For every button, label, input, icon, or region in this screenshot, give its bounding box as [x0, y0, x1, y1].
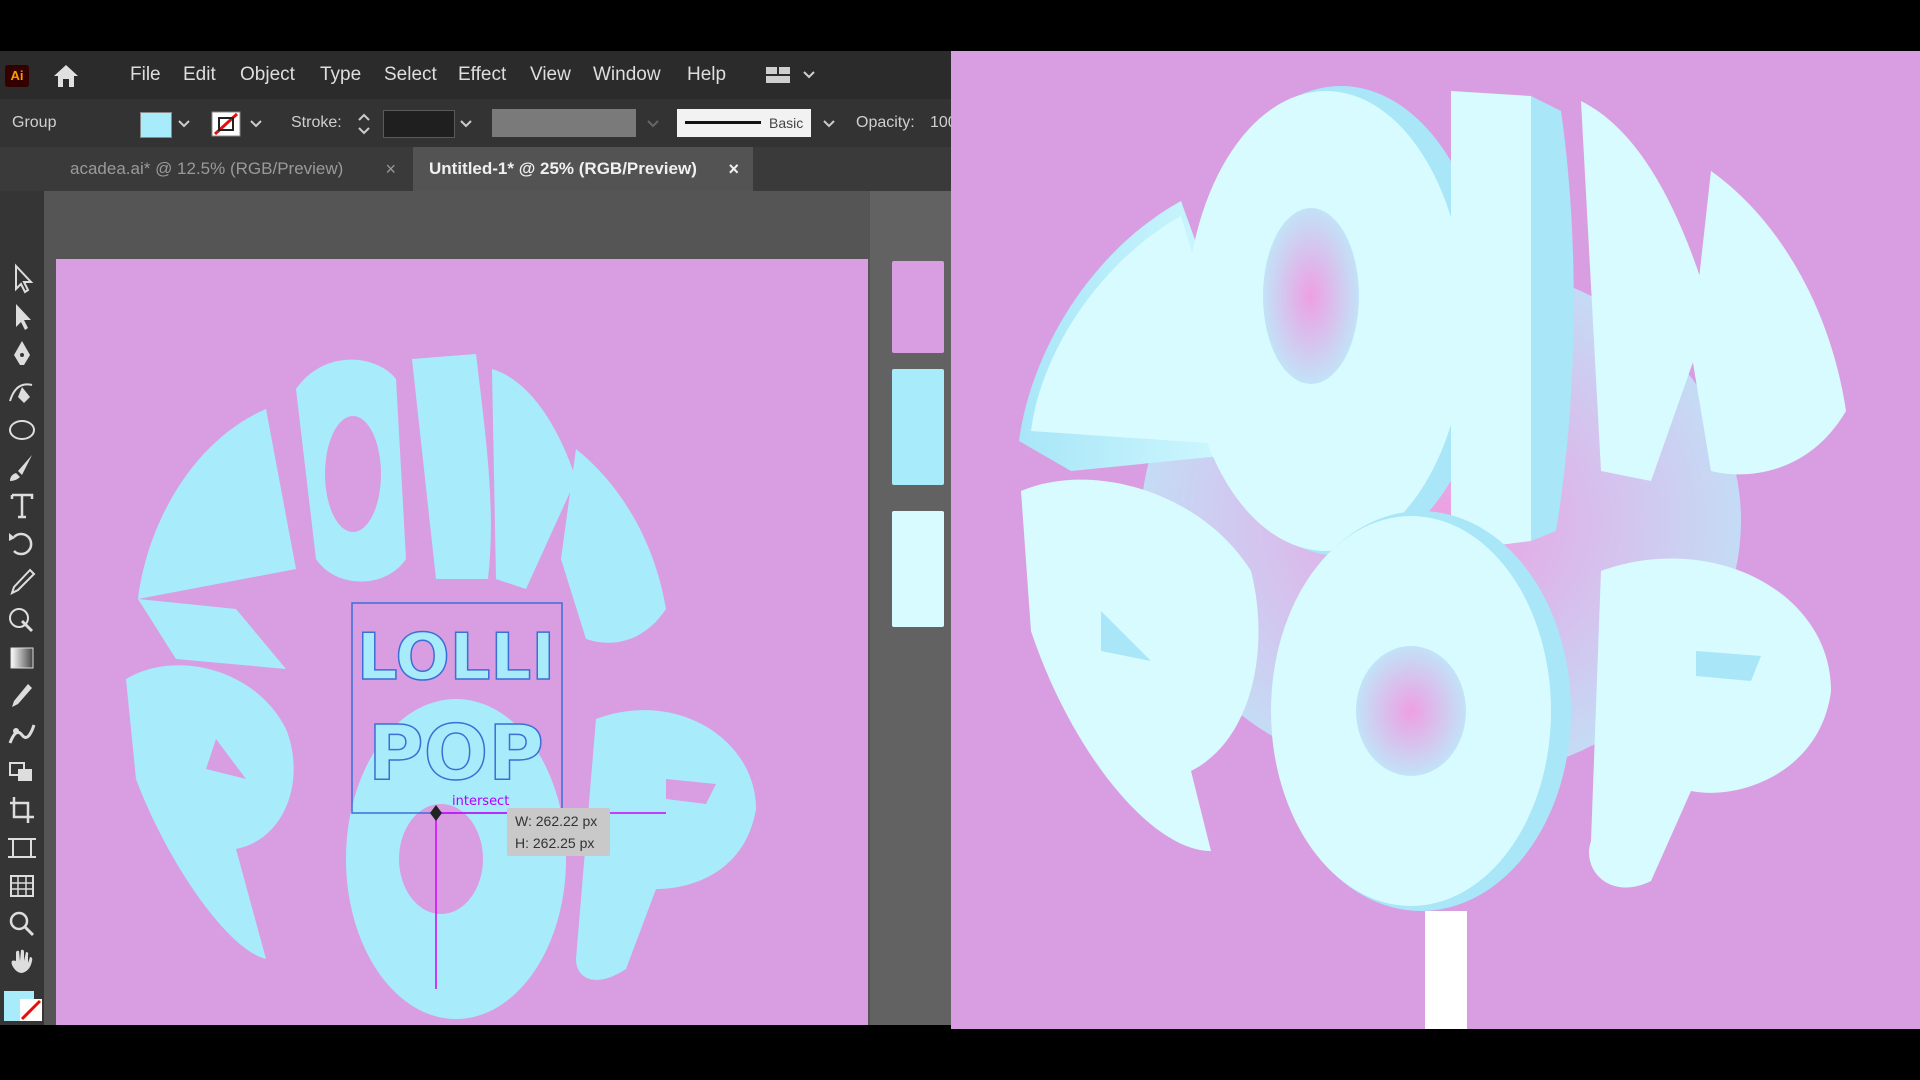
opacity-value[interactable]: 100: [930, 99, 951, 147]
zoom-tool[interactable]: [4, 907, 40, 941]
artwork-text-top: LOLLI: [357, 621, 555, 695]
pen-tool[interactable]: [4, 337, 40, 371]
chevron-down-icon[interactable]: [458, 115, 474, 131]
brush-label: Basic: [769, 115, 804, 131]
direct-selection-tool[interactable]: [4, 299, 40, 333]
stroke-weight-stepper-icon[interactable]: [356, 111, 372, 137]
swatch-cyan[interactable]: [892, 369, 944, 485]
tab-acadea[interactable]: acadea.ai* @ 12.5% (RGB/Preview) ×: [54, 147, 410, 191]
menu-bar: Ai File Edit Object Type Select Effect V…: [0, 51, 951, 99]
artboard[interactable]: LOLLI POP intersect: [56, 259, 868, 1025]
crop-tool-icon: [10, 797, 34, 823]
stroke-label: Stroke:: [291, 114, 342, 131]
live-paint-tool-icon: [9, 762, 32, 781]
blend-tool[interactable]: [4, 679, 40, 713]
tab-label: Untitled-1* @ 25% (RGB/Preview): [429, 159, 697, 178]
variable-width-profile[interactable]: [492, 109, 636, 137]
lollipop-stick: [1425, 911, 1467, 1029]
paintbrush-tool-icon: [10, 455, 32, 481]
menu-effect[interactable]: Effect: [458, 51, 506, 99]
workspace-switcher-icon[interactable]: [764, 63, 816, 87]
tools-panel: [0, 191, 44, 1025]
opacity-label[interactable]: Opacity:: [856, 99, 915, 147]
chevron-down-icon[interactable]: [821, 115, 837, 131]
chevron-down-icon: [647, 120, 659, 128]
chevron-down-icon[interactable]: [176, 115, 192, 131]
illustrator-window: Ai File Edit Object Type Select Effect V…: [0, 51, 951, 1025]
stroke-none-swatch[interactable]: [211, 111, 241, 137]
mesh-tool[interactable]: [4, 869, 40, 903]
close-icon[interactable]: ×: [728, 147, 739, 191]
swatch-pink[interactable]: [892, 261, 944, 353]
brush-stroke-preview: [685, 121, 761, 124]
hand-tool-icon: [11, 949, 33, 973]
canvas-area[interactable]: LOLLI POP intersect: [44, 191, 951, 1025]
tab-label: acadea.ai* @ 12.5% (RGB/Preview): [70, 159, 344, 178]
curvature-tool[interactable]: [4, 375, 40, 409]
puppet-warp-tool-icon: [8, 724, 36, 744]
type-tool-icon: [10, 493, 34, 519]
document-tab-bar: acadea.ai* @ 12.5% (RGB/Preview) × Untit…: [0, 147, 951, 191]
paintbrush-tool[interactable]: [4, 451, 40, 485]
intersect-label: intersect: [452, 794, 509, 809]
selection-tool-icon: [15, 263, 34, 294]
gradient-tool-icon: [10, 647, 34, 669]
width-readout: W: 262.22 px: [515, 813, 598, 829]
menu-file[interactable]: File: [130, 51, 161, 99]
stroke-none-indicator[interactable]: [14, 993, 44, 1025]
app-logo: Ai: [5, 65, 29, 87]
fill-swatch[interactable]: [140, 112, 172, 138]
live-paint-tool[interactable]: [4, 755, 40, 789]
ellipse-tool-icon: [9, 420, 35, 440]
curvature-tool-icon: [9, 383, 33, 403]
swatch-strip: [870, 191, 951, 1025]
eyedropper-tool-icon: [10, 568, 36, 595]
crop-tool[interactable]: [4, 793, 40, 827]
dimension-tooltip: W: 262.22 px H: 262.25 px: [507, 808, 610, 856]
menu-select[interactable]: Select: [384, 51, 437, 99]
menu-window[interactable]: Window: [593, 51, 661, 99]
gradient-tool[interactable]: [4, 641, 40, 675]
rotate-tool-icon: [9, 532, 33, 556]
lollipop-3d-illustration: [1019, 86, 1846, 1029]
stroke-weight-input[interactable]: [383, 110, 455, 138]
zoom-tool-icon: [9, 911, 35, 937]
type-tool[interactable]: [4, 489, 40, 523]
control-bar: Group Stroke: Basic Opacity: 100: [0, 99, 951, 147]
direct-selection-tool-icon: [16, 304, 31, 330]
eyedropper-tool[interactable]: [4, 565, 40, 599]
hand-tool[interactable]: [4, 945, 40, 979]
3d-lollipop-preview: [951, 51, 1920, 1029]
selection-tool[interactable]: [4, 261, 40, 295]
menu-help[interactable]: Help: [687, 51, 726, 99]
menu-object[interactable]: Object: [240, 51, 295, 99]
mesh-tool-icon: [10, 875, 34, 897]
ellipse-tool[interactable]: [4, 413, 40, 447]
brush-definition-dropdown[interactable]: Basic: [677, 109, 811, 137]
puppet-warp-tool[interactable]: [4, 717, 40, 751]
selection-type-label: Group: [12, 114, 57, 131]
menu-edit[interactable]: Edit: [183, 51, 216, 99]
shape-builder-tool[interactable]: [4, 603, 40, 637]
tab-untitled-1[interactable]: Untitled-1* @ 25% (RGB/Preview) ×: [413, 147, 753, 191]
artboard-tool[interactable]: [4, 831, 40, 865]
blend-tool-icon: [12, 684, 32, 707]
artwork-text-bottom: POP: [368, 708, 544, 797]
menu-type[interactable]: Type: [320, 51, 361, 99]
lollipop-artwork[interactable]: LOLLI POP intersect: [56, 259, 868, 1025]
artboard-tool-icon: [8, 838, 36, 858]
shape-builder-tool-icon: [9, 608, 34, 633]
height-readout: H: 262.25 px: [515, 835, 595, 851]
home-icon[interactable]: [52, 63, 80, 89]
rotate-tool[interactable]: [4, 527, 40, 561]
close-icon[interactable]: ×: [385, 147, 396, 191]
swatch-light-cyan[interactable]: [892, 511, 944, 627]
pen-tool-icon: [14, 341, 30, 365]
menu-view[interactable]: View: [530, 51, 571, 99]
chevron-down-icon[interactable]: [248, 115, 264, 131]
